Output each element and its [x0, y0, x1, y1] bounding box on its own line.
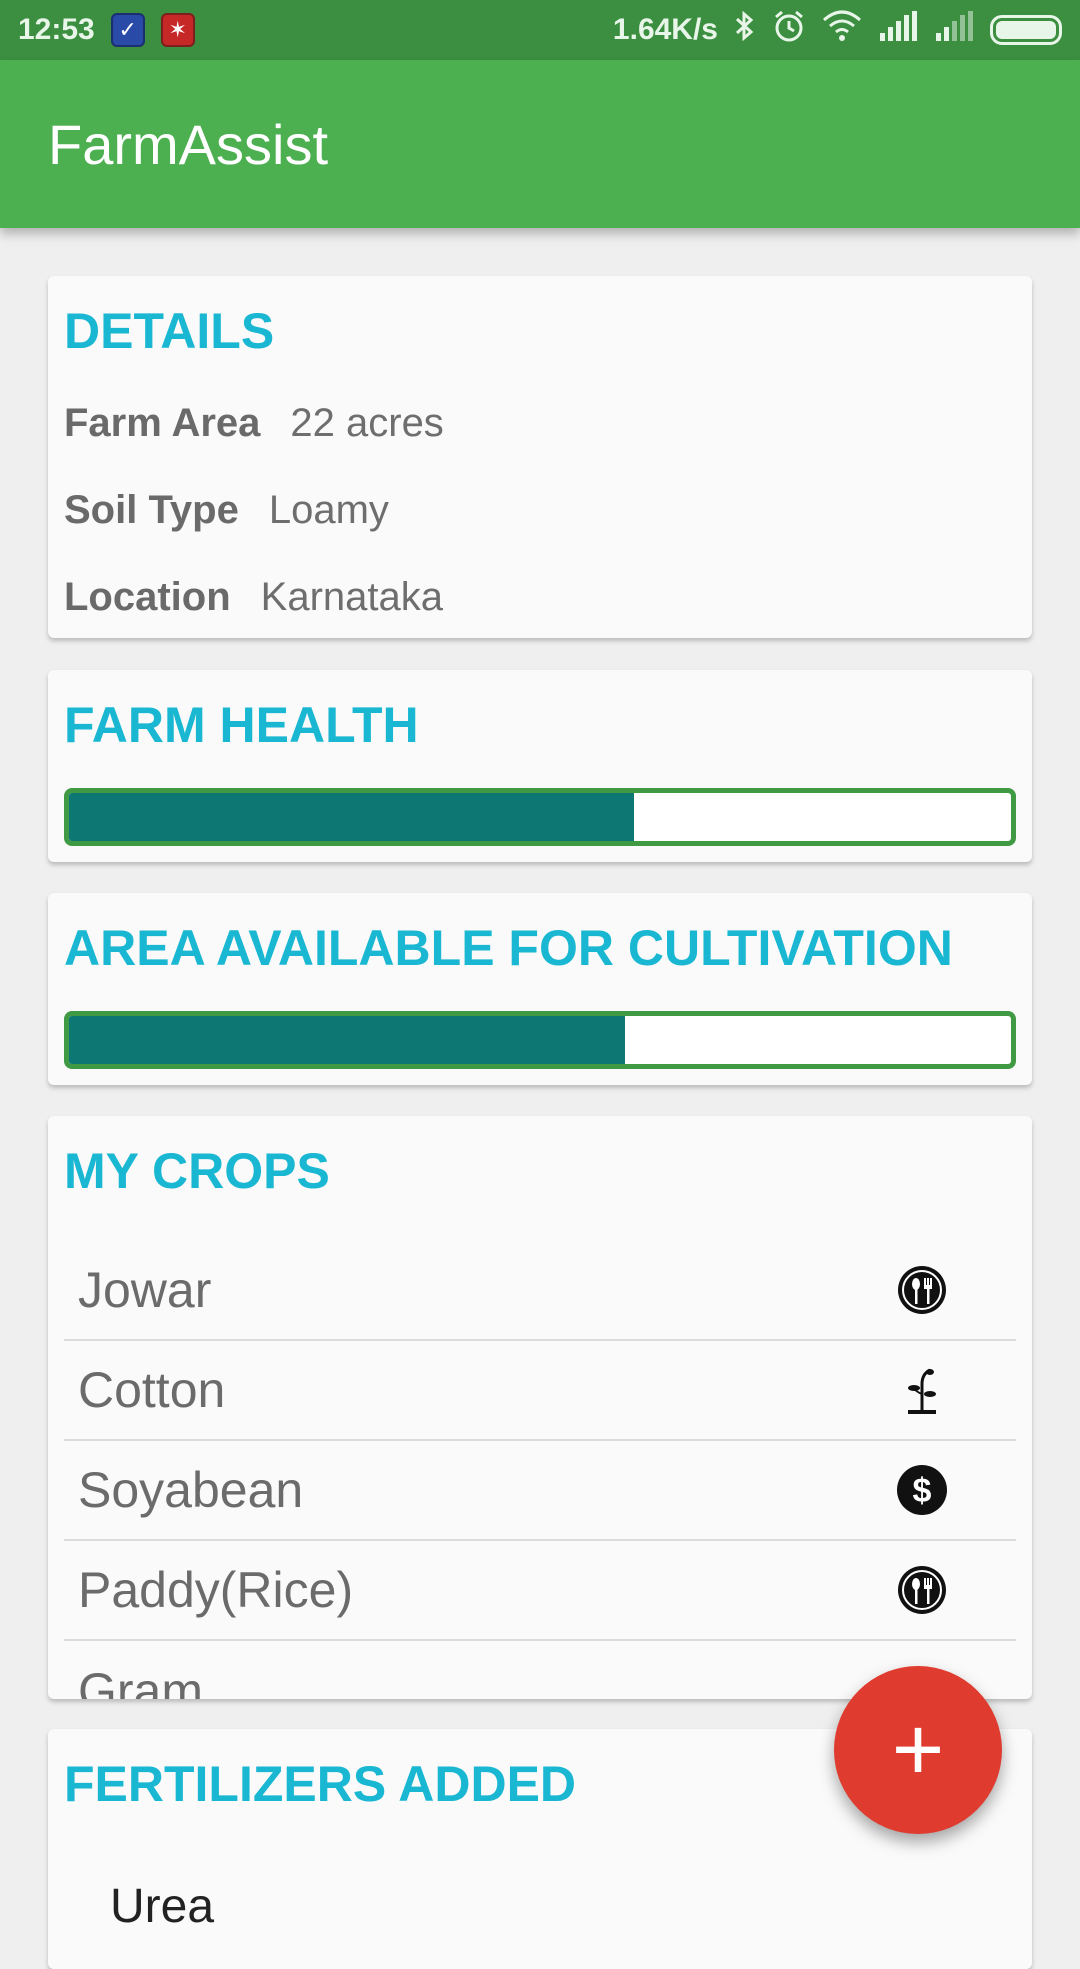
area-available-progress-fill [69, 1016, 625, 1064]
list-item[interactable]: Cotton [64, 1341, 1016, 1441]
my-crops-title: MY CROPS [64, 1143, 330, 1199]
alarm-icon [772, 9, 806, 51]
add-icon: + [891, 1700, 945, 1800]
detail-row-farm-area: Farm Area 22 acres [64, 401, 444, 446]
red-app-icon: ✶ [160, 13, 195, 47]
status-bar-right: 1.64K/s [613, 9, 1062, 51]
app-bar: FarmAssist [0, 60, 1080, 228]
detail-value: 22 acres [290, 401, 444, 445]
list-item[interactable]: Soyabean $ [64, 1441, 1016, 1541]
farm-health-progress-fill [69, 793, 635, 841]
detail-value: Loamy [268, 488, 389, 532]
my-crops-card[interactable]: MY CROPS Jowar Cotton Soyabean $ Paddy(R… [48, 1116, 1032, 1699]
detail-label: Location [64, 575, 231, 619]
crop-name: Soyabean [78, 1462, 304, 1518]
food-icon [896, 1564, 948, 1616]
bluetooth-icon [734, 10, 756, 50]
app-title: FarmAssist [48, 112, 328, 176]
add-button[interactable]: + [834, 1666, 1002, 1834]
farm-health-progress-bar [64, 788, 1016, 846]
crop-name: Gram [78, 1663, 203, 1699]
detail-label: Farm Area [64, 401, 261, 445]
detail-label: Soil Type [64, 488, 239, 532]
area-available-progress-bar [64, 1011, 1016, 1069]
area-available-card: AREA AVAILABLE FOR CULTIVATION [48, 893, 1032, 1085]
svg-text:$: $ [913, 1472, 932, 1510]
crop-name: Cotton [78, 1362, 226, 1418]
status-bar: 12:53 ✓ ✶ 1.64K/s [0, 0, 1080, 60]
wifi-icon [822, 10, 862, 50]
list-item[interactable]: Paddy(Rice) [64, 1541, 1016, 1641]
fertilizer-item[interactable]: Urea [110, 1879, 214, 1934]
farm-health-title: FARM HEALTH [64, 697, 419, 753]
detail-value: Karnataka [260, 575, 444, 619]
farm-health-card: FARM HEALTH [48, 670, 1032, 862]
signal-icon-2 [934, 11, 974, 49]
plant-icon [896, 1364, 948, 1416]
details-card: DETAILS Farm Area 22 acres Soil Type Loa… [48, 276, 1032, 638]
list-item[interactable]: Jowar [64, 1241, 1016, 1341]
crop-name: Paddy(Rice) [78, 1562, 354, 1618]
dollar-icon: $ [896, 1464, 948, 1516]
clock: 12:53 [18, 13, 95, 46]
area-available-title: AREA AVAILABLE FOR CULTIVATION [64, 920, 953, 976]
status-bar-left: 12:53 ✓ ✶ [18, 13, 195, 47]
detail-row-location: Location Karnataka [64, 575, 443, 620]
mail-app-icon: ✓ [110, 13, 145, 47]
signal-icon [878, 11, 918, 49]
crop-list[interactable]: Jowar Cotton Soyabean $ Paddy(Rice) Gram [64, 1241, 1016, 1699]
fertilizers-title: FERTILIZERS ADDED [64, 1756, 577, 1812]
crop-name: Jowar [78, 1262, 212, 1318]
battery-icon [990, 15, 1062, 45]
network-speed: 1.64K/s [612, 13, 718, 46]
detail-row-soil-type: Soil Type Loamy [64, 488, 389, 533]
food-icon [896, 1264, 948, 1316]
details-title: DETAILS [64, 303, 275, 359]
